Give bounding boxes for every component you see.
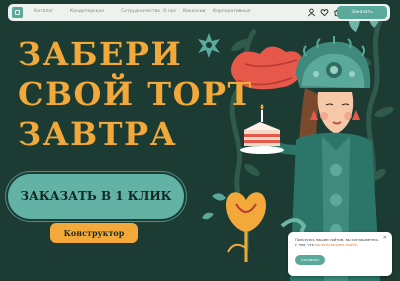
nav-item-vacancies[interactable]: Вакансии	[183, 9, 206, 14]
nav-item-cooperation[interactable]: Сотрудничество	[121, 9, 160, 14]
cookie-text-end: .	[356, 243, 358, 247]
cookie-text: Пользуясь нашим сайтом, вы соглашаетесь …	[295, 238, 379, 248]
logo-icon[interactable]	[12, 7, 23, 18]
order-one-click-button[interactable]: ЗАКАЗАТЬ В 1 КЛИК	[8, 174, 184, 219]
nav-item-catalog[interactable]: Каталог	[34, 9, 53, 14]
top-navigation: Каталог Кондитерская Сотрудничество О на…	[8, 4, 390, 21]
cookie-policy-link[interactable]: мы используем cookie	[315, 243, 357, 247]
constructor-button[interactable]: Конструктор	[50, 223, 138, 243]
hero-title-line: ЗАБЕРИ	[18, 35, 183, 73]
landing-page: Каталог Кондитерская Сотрудничество О на…	[0, 0, 400, 281]
cookie-banner: Пользуясь нашим сайтом, вы соглашаетесь …	[288, 232, 392, 276]
nav-item-about[interactable]: О нас	[163, 9, 176, 14]
hero-title: ЗАБЕРИ СВОЙ ТОРТ ЗАВТРА	[18, 34, 253, 154]
nav-item-corporate[interactable]: Корпоративные	[213, 9, 251, 14]
accept-cookies-button[interactable]: Согласен	[295, 255, 325, 265]
hero-title-line: ЗАВТРА	[18, 115, 178, 153]
order-button[interactable]: Заказать	[337, 6, 387, 19]
user-icon[interactable]	[307, 8, 316, 17]
heart-icon[interactable]	[320, 8, 329, 17]
bloom-icon	[226, 192, 266, 262]
hero-title-line: СВОЙ ТОРТ	[18, 75, 253, 113]
nav-item-confectionery[interactable]: Кондитерская	[70, 9, 104, 14]
close-icon[interactable]: ✕	[383, 235, 387, 241]
